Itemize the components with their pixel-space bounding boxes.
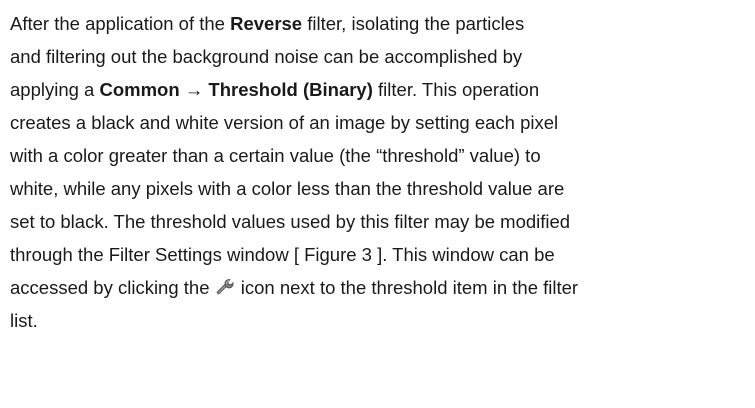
- text-run: creates a black and white version of an …: [10, 112, 559, 133]
- text-line-6: white, while any pixels with a color les…: [10, 172, 750, 205]
- threshold-filter-term: Common → Threshold (Binary): [99, 79, 373, 100]
- text-line-4: creates a black and white version of an …: [10, 106, 750, 139]
- text-run: accessed by clicking the: [10, 277, 215, 298]
- text-line-1: After the application of the Reverse fil…: [10, 7, 750, 40]
- text-run: set to black. The threshold values used …: [10, 211, 571, 232]
- text-run: applying a: [10, 79, 100, 100]
- wrench-icon: [216, 273, 235, 295]
- text-line-7: set to black. The threshold values used …: [10, 205, 750, 238]
- text-run: with a color greater than a certain valu…: [10, 145, 541, 166]
- text-line-5: with a color greater than a certain valu…: [10, 139, 750, 172]
- reverse-filter-term: Reverse: [230, 13, 303, 34]
- text-line-10: list.: [10, 304, 750, 337]
- text-line-2: and filtering out the background noise c…: [10, 40, 750, 73]
- text-run: icon next to the threshold item in the f…: [235, 277, 579, 298]
- text-run: filter, isolating the particles: [302, 13, 525, 34]
- text-line-9: accessed by clicking the icon next to th…: [10, 271, 750, 304]
- document-paragraph: After the application of the Reverse fil…: [10, 7, 750, 337]
- text-run: After the application of the: [10, 13, 231, 34]
- text-run: list.: [10, 310, 38, 331]
- text-run: white, while any pixels with a color les…: [10, 178, 565, 199]
- text-line-3: applying a Common → Threshold (Binary) f…: [10, 73, 750, 106]
- text-run: and filtering out the background noise c…: [10, 46, 523, 67]
- text-line-8: through the Filter Settings window [ Fig…: [10, 238, 750, 271]
- text-run: through the Filter Settings window [ Fig…: [10, 244, 555, 265]
- text-run: filter. This operation: [372, 79, 540, 100]
